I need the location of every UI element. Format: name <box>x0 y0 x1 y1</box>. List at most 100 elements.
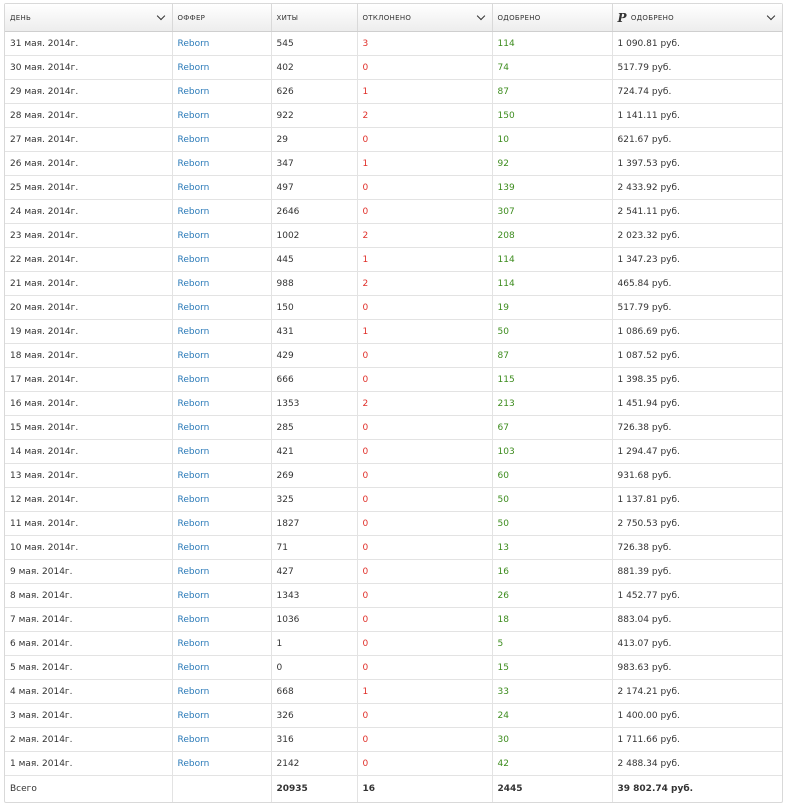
cell-offer[interactable]: Reborn <box>172 631 272 656</box>
cell-hits: 1 <box>271 631 358 656</box>
column-header-label: одобрено <box>497 13 541 22</box>
column-header-label: хиты <box>276 13 299 22</box>
cell-offer[interactable]: Reborn <box>172 559 272 584</box>
cell-approved-sum: 724.74 руб. <box>612 79 782 104</box>
cell-offer[interactable]: Reborn <box>172 703 272 728</box>
cell-hits: 1353 <box>271 391 358 416</box>
cell-offer[interactable]: Reborn <box>172 463 272 488</box>
cell-offer[interactable]: Reborn <box>172 679 272 704</box>
cell-offer[interactable]: Reborn <box>172 175 272 200</box>
cell-rejected: 0 <box>357 511 493 536</box>
cell-approved: 307 <box>492 199 613 224</box>
cell-rejected: 1 <box>357 679 493 704</box>
cell-day: 14 мая. 2014г. <box>5 439 173 464</box>
cell-approved-sum: 2 750.53 руб. <box>612 511 782 536</box>
table-row: 4 мая. 2014г. Reborn 668 1 33 2 174.21 руб. <box>5 679 782 704</box>
cell-approved-sum: 2 433.92 руб. <box>612 175 782 200</box>
cell-offer[interactable]: Reborn <box>172 583 272 608</box>
cell-hits: 429 <box>271 343 358 368</box>
cell-approved: 103 <box>492 439 613 464</box>
cell-approved: 114 <box>492 31 613 56</box>
cell-offer[interactable]: Reborn <box>172 79 272 104</box>
column-header-rejected[interactable]: отклонено <box>357 4 493 32</box>
cell-offer[interactable]: Reborn <box>172 367 272 392</box>
cell-day: 31 мая. 2014г. <box>5 31 173 56</box>
cell-approved: 33 <box>492 679 613 704</box>
cell-offer[interactable]: Reborn <box>172 151 272 176</box>
cell-offer[interactable]: Reborn <box>172 535 272 560</box>
cell-rejected: 0 <box>357 631 493 656</box>
cell-offer[interactable]: Reborn <box>172 103 272 128</box>
cell-hits: 71 <box>271 535 358 560</box>
table-row: 16 мая. 2014г. Reborn 1353 2 213 1 451.94 руб… <box>5 391 782 416</box>
column-header-day[interactable]: день <box>5 4 173 32</box>
cell-approved: 16 <box>492 559 613 584</box>
cell-hits: 1002 <box>271 223 358 248</box>
cell-approved: 87 <box>492 343 613 368</box>
cell-approved-sum: 2 023.32 руб. <box>612 223 782 248</box>
table-header-row: день оффер хиты отклонено одобрено Pодобрено <box>5 4 782 32</box>
cell-offer[interactable]: Reborn <box>172 31 272 56</box>
cell-offer[interactable]: Reborn <box>172 55 272 80</box>
cell-offer[interactable]: Reborn <box>172 391 272 416</box>
cell-rejected: 0 <box>357 655 493 680</box>
stats-table: день оффер хиты отклонено одобрено Pодобрено … <box>5 4 782 802</box>
cell-offer[interactable]: Reborn <box>172 415 272 440</box>
cell-offer[interactable]: Reborn <box>172 127 272 152</box>
cell-day: 27 мая. 2014г. <box>5 127 173 152</box>
cell-offer[interactable]: Reborn <box>172 319 272 344</box>
cell-approved-sum: 1 452.77 руб. <box>612 583 782 608</box>
cell-offer[interactable]: Reborn <box>172 511 272 536</box>
cell-approved: 42 <box>492 751 613 776</box>
cell-approved-sum: 2 488.34 руб. <box>612 751 782 776</box>
cell-offer[interactable]: Reborn <box>172 271 272 296</box>
total-label: Всего <box>5 775 173 802</box>
cell-offer[interactable]: Reborn <box>172 343 272 368</box>
cell-day: 6 мая. 2014г. <box>5 631 173 656</box>
column-header-approved-sum[interactable]: Pодобрено <box>612 4 782 32</box>
cell-rejected: 2 <box>357 271 493 296</box>
cell-day: 10 мая. 2014г. <box>5 535 173 560</box>
cell-day: 19 мая. 2014г. <box>5 319 173 344</box>
cell-approved: 60 <box>492 463 613 488</box>
table-row: 29 мая. 2014г. Reborn 626 1 87 724.74 руб. <box>5 79 782 104</box>
cell-rejected: 1 <box>357 151 493 176</box>
cell-day: 15 мая. 2014г. <box>5 415 173 440</box>
cell-offer[interactable]: Reborn <box>172 199 272 224</box>
cell-approved: 114 <box>492 247 613 272</box>
cell-approved-sum: 621.67 руб. <box>612 127 782 152</box>
cell-approved-sum: 517.79 руб. <box>612 55 782 80</box>
cell-day: 5 мая. 2014г. <box>5 655 173 680</box>
cell-approved-sum: 465.84 руб. <box>612 271 782 296</box>
cell-offer[interactable]: Reborn <box>172 487 272 512</box>
column-header-label: день <box>10 13 32 22</box>
table-row: 8 мая. 2014г. Reborn 1343 0 26 1 452.77 руб. <box>5 583 782 608</box>
cell-rejected: 0 <box>357 343 493 368</box>
cell-rejected: 0 <box>357 199 493 224</box>
cell-offer[interactable]: Reborn <box>172 247 272 272</box>
cell-day: 8 мая. 2014г. <box>5 583 173 608</box>
cell-offer[interactable]: Reborn <box>172 655 272 680</box>
cell-offer[interactable]: Reborn <box>172 751 272 776</box>
cell-rejected: 2 <box>357 223 493 248</box>
cell-day: 24 мая. 2014г. <box>5 199 173 224</box>
cell-hits: 325 <box>271 487 358 512</box>
cell-offer[interactable]: Reborn <box>172 607 272 632</box>
cell-approved: 19 <box>492 295 613 320</box>
cell-hits: 326 <box>271 703 358 728</box>
cell-day: 16 мая. 2014г. <box>5 391 173 416</box>
cell-rejected: 1 <box>357 79 493 104</box>
table-row: 27 мая. 2014г. Reborn 29 0 10 621.67 руб. <box>5 127 782 152</box>
column-header-hits[interactable]: хиты <box>271 4 358 32</box>
cell-day: 4 мая. 2014г. <box>5 679 173 704</box>
cell-day: 25 мая. 2014г. <box>5 175 173 200</box>
column-header-approved[interactable]: одобрено <box>492 4 613 32</box>
column-header-offer[interactable]: оффер <box>172 4 272 32</box>
cell-offer[interactable]: Reborn <box>172 727 272 752</box>
cell-offer[interactable]: Reborn <box>172 295 272 320</box>
table-row: 10 мая. 2014г. Reborn 71 0 13 726.38 руб. <box>5 535 782 560</box>
cell-day: 3 мая. 2014г. <box>5 703 173 728</box>
cell-offer[interactable]: Reborn <box>172 439 272 464</box>
table-row: 3 мая. 2014г. Reborn 326 0 24 1 400.00 руб. <box>5 703 782 728</box>
cell-offer[interactable]: Reborn <box>172 223 272 248</box>
